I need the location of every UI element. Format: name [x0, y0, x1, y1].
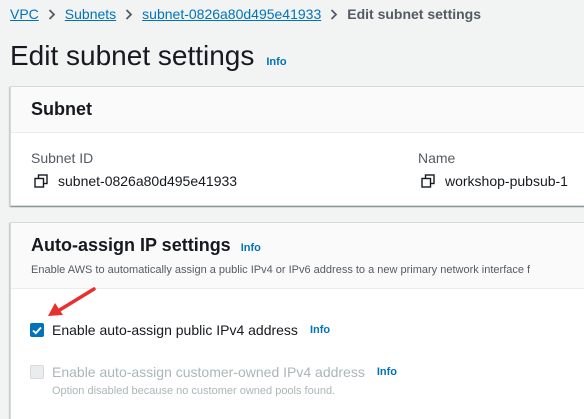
public-ipv4-checkbox[interactable]: [30, 323, 44, 337]
chevron-right-icon: [321, 7, 347, 21]
chevron-right-icon: [116, 7, 142, 21]
breadcrumb-subnets[interactable]: Subnets: [65, 6, 116, 22]
breadcrumb-subnet-id[interactable]: subnet-0826a80d495e41933: [142, 6, 321, 22]
customer-ipv4-label: Enable auto-assign customer-owned IPv4 a…: [52, 364, 365, 380]
auto-assign-ip-panel-header: Auto-assign IP settings Info Enable AWS …: [11, 223, 584, 289]
breadcrumb: VPC Subnets subnet-0826a80d495e41933 Edi…: [10, 6, 481, 22]
customer-ipv4-option: Enable auto-assign customer-owned IPv4 a…: [30, 364, 397, 380]
breadcrumb-vpc[interactable]: VPC: [10, 6, 39, 22]
annotation-arrow-icon: [48, 287, 96, 316]
public-ipv4-info-link[interactable]: Info: [310, 324, 330, 336]
auto-assign-ip-panel: Auto-assign IP settings Info Enable AWS …: [10, 222, 584, 419]
breadcrumb-current: Edit subnet settings: [347, 6, 482, 22]
subnet-id-field: Subnet ID subnet-0826a80d495e41933: [31, 150, 237, 189]
public-ipv4-option: Enable auto-assign public IPv4 address I…: [30, 322, 330, 338]
page-title: Edit subnet settings: [10, 40, 255, 71]
copy-icon[interactable]: [421, 174, 435, 188]
customer-ipv4-hint: Option disabled because no customer owne…: [52, 385, 336, 397]
auto-assign-ip-info-link[interactable]: Info: [241, 242, 261, 254]
name-value: workshop-pubsub-1: [445, 173, 568, 189]
auto-assign-ip-description: Enable AWS to automatically assign a pub…: [31, 264, 531, 276]
subnet-panel: Subnet Subnet ID subnet-0826a80d495e4193…: [10, 86, 584, 206]
public-ipv4-label[interactable]: Enable auto-assign public IPv4 address: [52, 322, 298, 338]
subnet-id-value: subnet-0826a80d495e41933: [58, 173, 238, 189]
subnet-id-label: Subnet ID: [31, 150, 94, 166]
subnet-panel-title: Subnet: [31, 99, 92, 119]
copy-icon[interactable]: [34, 174, 48, 188]
customer-ipv4-checkbox: [30, 365, 44, 379]
page-header: Edit subnet settings Info: [10, 40, 287, 72]
auto-assign-ip-title: Auto-assign IP settings: [31, 235, 231, 255]
page-info-link[interactable]: Info: [266, 56, 286, 68]
customer-ipv4-info-link[interactable]: Info: [377, 366, 397, 378]
name-label: Name: [418, 150, 456, 166]
subnet-panel-header: Subnet: [11, 87, 584, 133]
chevron-right-icon: [39, 7, 65, 21]
name-field: Name workshop-pubsub-1: [418, 150, 568, 189]
